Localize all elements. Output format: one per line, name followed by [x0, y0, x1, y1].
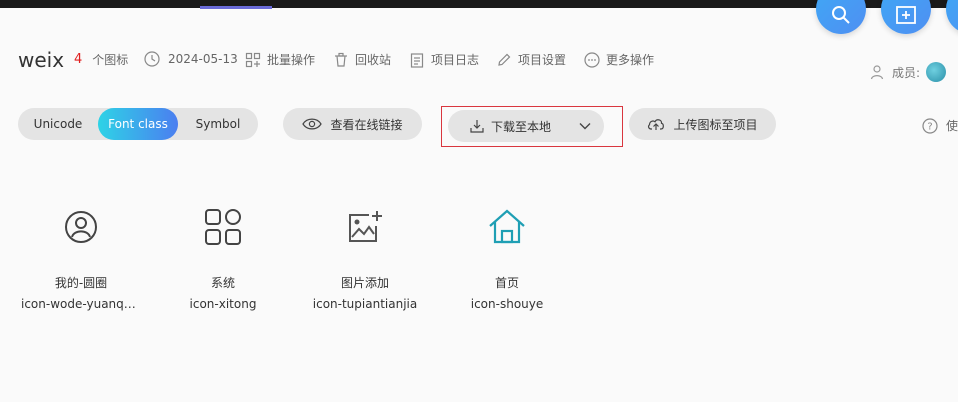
project-settings-link[interactable]: 项目设置	[496, 51, 566, 68]
more-operations-label: 更多操作	[606, 53, 655, 67]
project-log-label: 项目日志	[431, 53, 480, 67]
icon-item[interactable]: 首页 icon-shouye	[432, 200, 582, 311]
pencil-icon	[498, 53, 511, 66]
members-label: 成员:	[892, 65, 921, 80]
icon-count: 4 个图标	[74, 51, 128, 68]
eye-icon	[302, 118, 323, 130]
usage-help-link[interactable]: ? 使	[922, 117, 958, 134]
project-date: 2024-05-13	[144, 51, 238, 67]
recycle-bin-link[interactable]: 回收站	[333, 51, 391, 68]
download-button[interactable]: 下载至本地	[448, 110, 604, 142]
icon-code: icon-xitong	[189, 297, 257, 311]
code-type-tabs: Unicode Font class Symbol	[18, 108, 258, 140]
download-icon	[470, 120, 484, 133]
batch-operation-link[interactable]: 批量操作	[245, 51, 315, 68]
avatar[interactable]	[926, 62, 947, 82]
icon-item[interactable]: 系统 icon-xitong	[148, 200, 298, 311]
batch-operation-label: 批量操作	[267, 53, 316, 67]
download-highlight-box: 下载至本地	[441, 106, 623, 147]
icon-count-unit: 个图标	[92, 53, 129, 67]
cloud-upload-icon	[648, 119, 665, 130]
home-icon	[489, 209, 525, 244]
tab-unicode[interactable]: Unicode	[18, 108, 98, 140]
usage-help-label: 使	[946, 119, 958, 133]
icon-count-number: 4	[74, 52, 83, 67]
search-icon	[832, 6, 850, 24]
icon-item[interactable]: 图片添加 icon-tupiantianjia	[290, 200, 440, 311]
recycle-bin-label: 回收站	[355, 53, 392, 67]
active-nav-indicator	[200, 6, 272, 9]
more-operations-link[interactable]: 更多操作	[584, 51, 654, 68]
download-label: 下载至本地	[491, 119, 552, 134]
view-online-link-button[interactable]: 查看在线链接	[283, 108, 422, 140]
more-nav-button[interactable]	[946, 0, 958, 34]
top-nav-bar	[0, 0, 958, 8]
log-icon	[410, 52, 424, 68]
chevron-down-icon[interactable]	[579, 122, 591, 130]
icon-name: 我的-圆圈	[54, 276, 108, 290]
user-circle-icon	[65, 211, 97, 243]
icon-name: 系统	[210, 276, 235, 290]
trash-icon	[335, 52, 347, 67]
search-button[interactable]	[816, 0, 866, 34]
upload-icons-label: 上传图标至项目	[673, 117, 758, 132]
view-online-link-label: 查看在线链接	[330, 117, 403, 132]
add-folder-icon	[896, 6, 916, 24]
member-icon	[870, 65, 884, 80]
project-title: weix	[18, 48, 65, 72]
image-add-icon	[349, 211, 382, 242]
icon-item[interactable]: 我的-圆圈 icon-wode-yuanquan	[6, 200, 156, 311]
tab-font-class[interactable]: Font class	[98, 108, 178, 140]
project-log-link[interactable]: 项目日志	[409, 51, 479, 68]
icon-name: 图片添加	[340, 276, 389, 290]
members-area[interactable]: 成员:	[870, 62, 947, 82]
batch-icon	[245, 52, 261, 67]
icon-code: icon-wode-yuanquan	[21, 297, 141, 311]
tab-symbol[interactable]: Symbol	[178, 108, 258, 140]
clock-icon	[144, 51, 160, 67]
add-project-button[interactable]	[881, 0, 931, 34]
icon-code: icon-tupiantianjia	[312, 297, 418, 311]
upload-icons-button[interactable]: 上传图标至项目	[629, 108, 776, 140]
svg-text:?: ?	[927, 121, 932, 132]
project-date-text: 2024-05-13	[168, 52, 238, 66]
project-settings-label: 项目设置	[518, 53, 567, 67]
help-icon: ?	[922, 117, 938, 134]
icon-name: 首页	[494, 276, 519, 290]
more-icon	[584, 51, 600, 68]
grid-system-icon	[205, 209, 241, 245]
icon-code: icon-shouye	[470, 297, 544, 311]
